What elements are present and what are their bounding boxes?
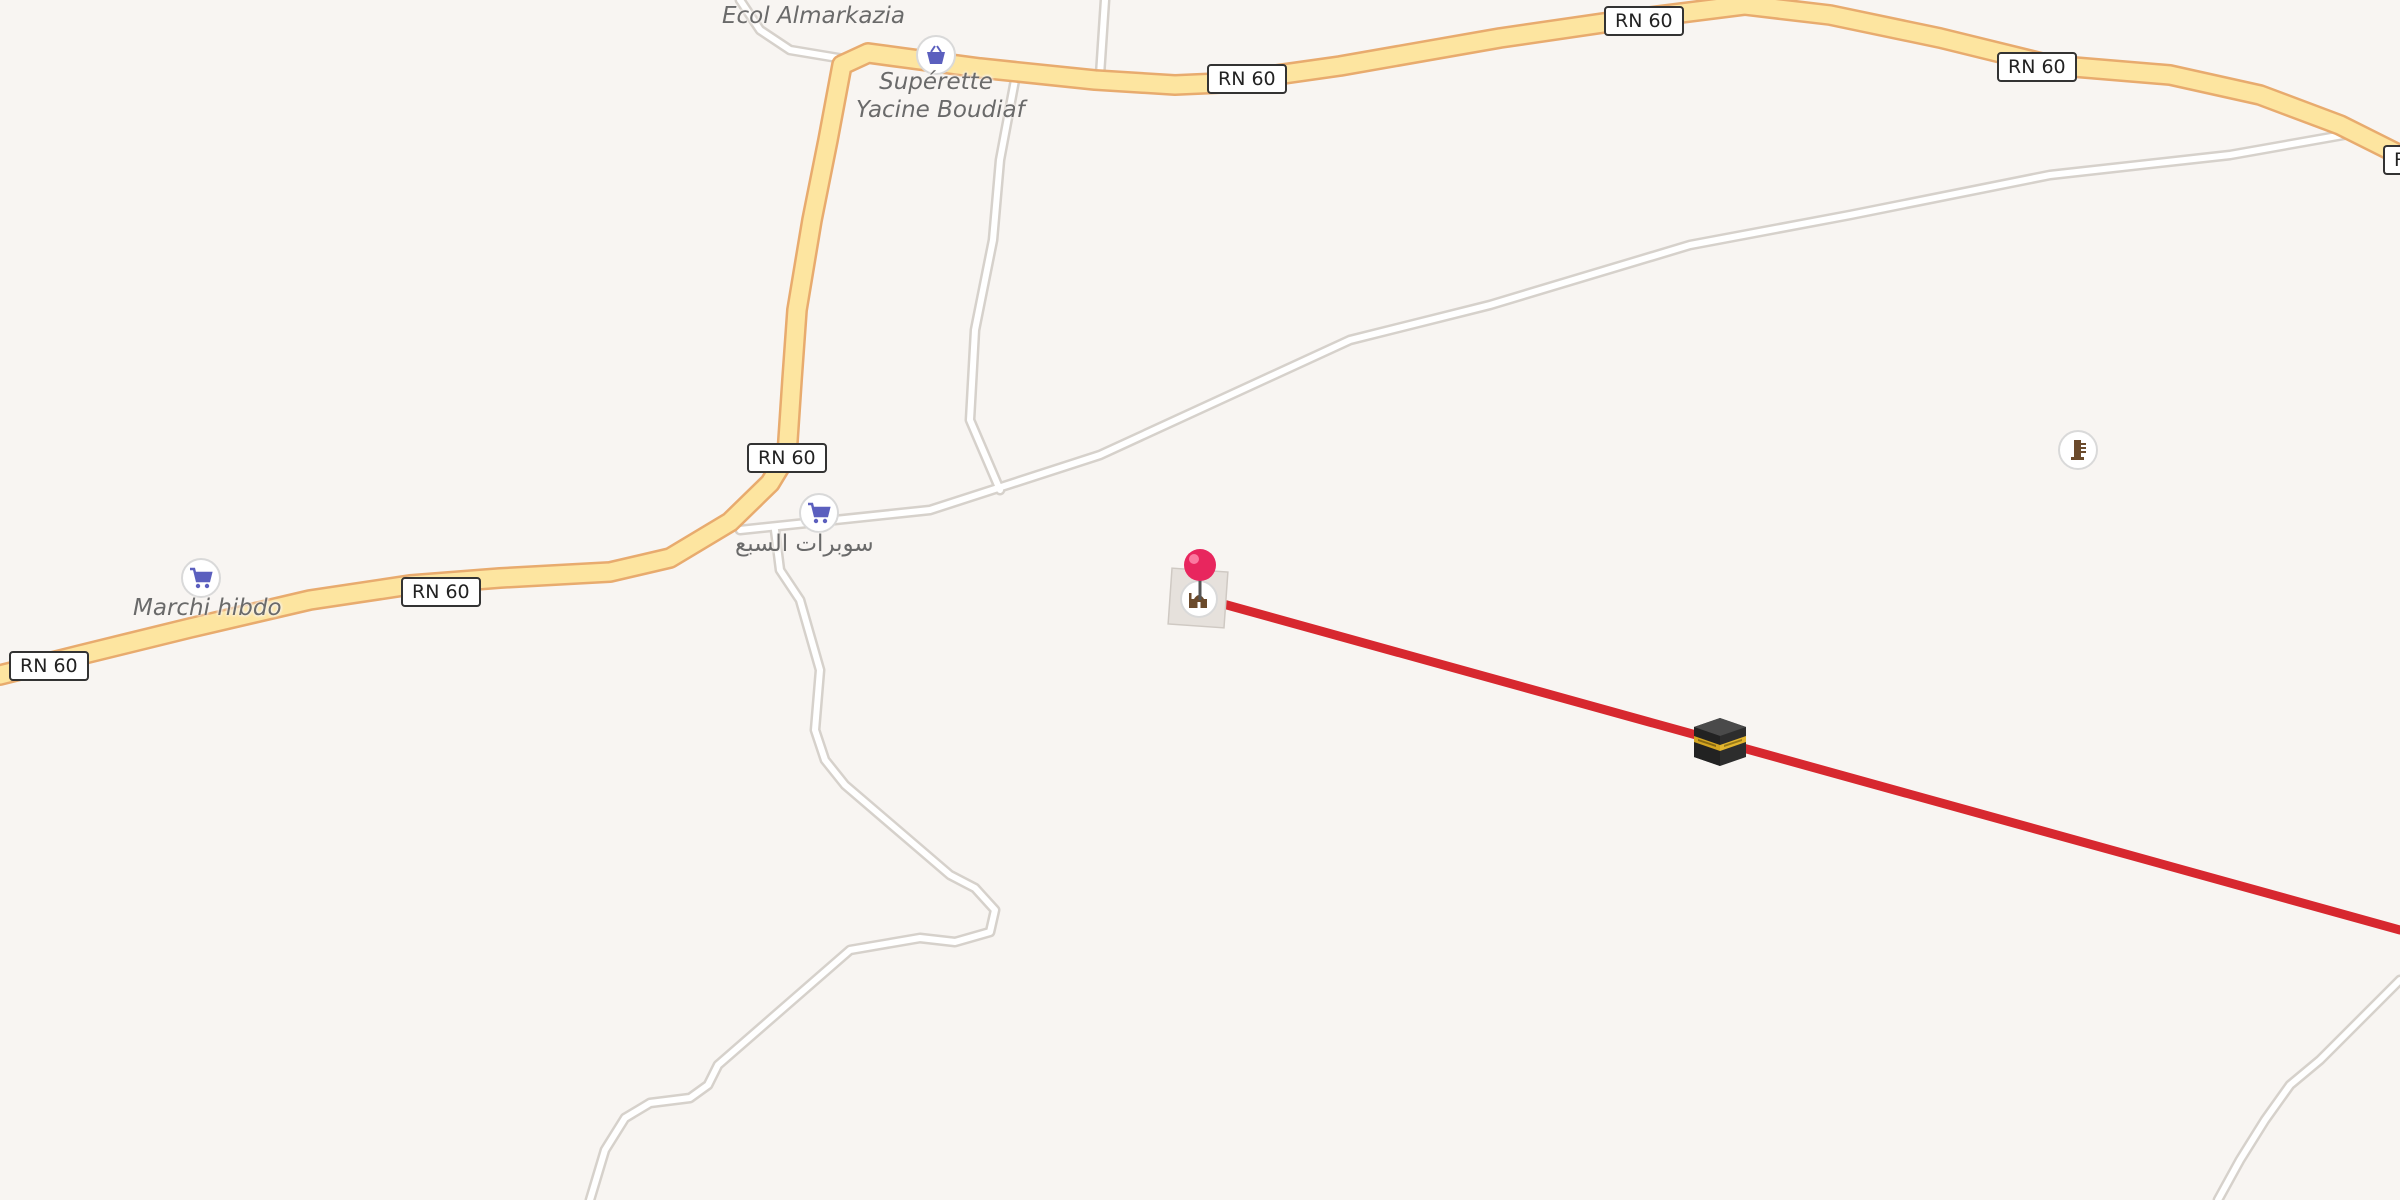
monument-icon[interactable] [2058, 430, 2098, 470]
poi-label-souk[interactable]: سوبرات السبع [735, 530, 874, 558]
minor-roads [584, 0, 2400, 1200]
route-line [1193, 592, 2400, 935]
road-shield-rn60: RN 60 [9, 651, 89, 681]
road-shield-rn60: RN 60 [1997, 52, 2077, 82]
kaaba-icon[interactable] [1692, 716, 1748, 768]
shopping-cart-icon[interactable] [181, 558, 221, 598]
road-shield-rn60: RN 60 [401, 577, 481, 607]
road-shield-rn60: RN 60 [1207, 64, 1287, 94]
poi-label-superette-line2: Yacine Boudiaf [856, 97, 1025, 123]
poi-label-superette[interactable]: Supérette Yacine Boudiaf [856, 68, 1025, 124]
poi-label-ecol-almarkazia[interactable]: Ecol Almarkazia [722, 2, 905, 30]
road-shield-rn60: RN 60 [1604, 6, 1684, 36]
shopping-cart-icon[interactable] [799, 493, 839, 533]
location-pin-icon[interactable] [1182, 548, 1218, 604]
poi-label-marchi-hibdo[interactable]: Marchi hibdo [133, 594, 282, 622]
poi-label-superette-line1: Supérette [879, 69, 993, 95]
road-shield-rn60-partial: R [2383, 145, 2400, 175]
road-shield-rn60: RN 60 [747, 443, 827, 473]
map-canvas[interactable]: Ecol Almarkazia Supérette Yacine Boudiaf… [0, 0, 2400, 1200]
